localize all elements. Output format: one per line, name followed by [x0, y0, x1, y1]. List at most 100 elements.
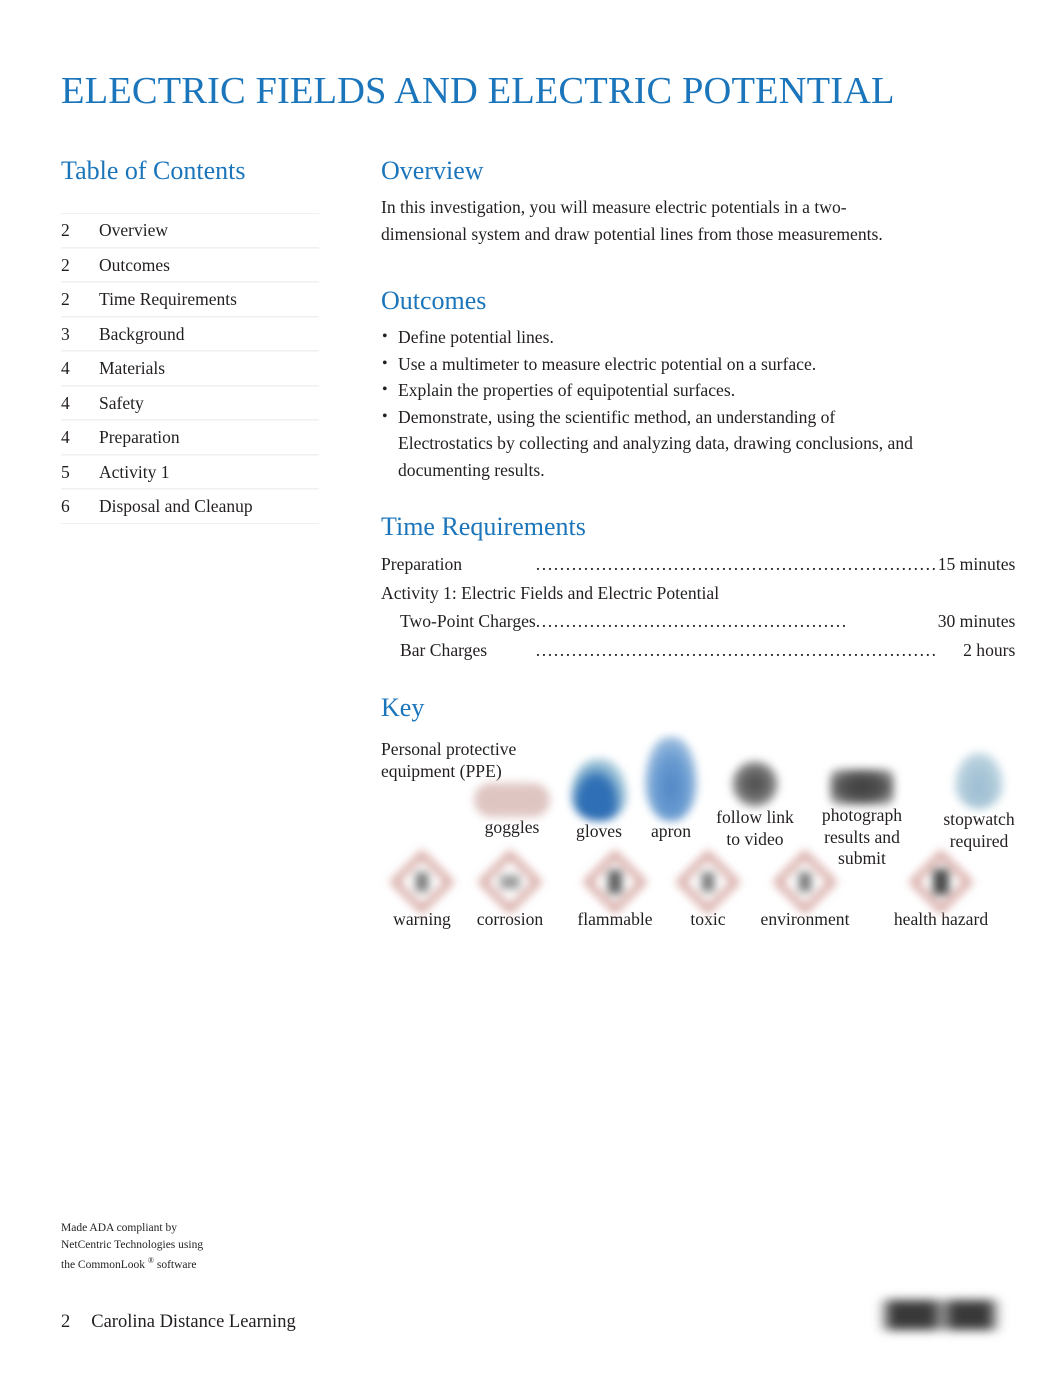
- goggles-icon: [474, 783, 550, 817]
- apron-icon: [645, 737, 697, 821]
- time-requirement-value: 15 minutes: [937, 554, 1016, 574]
- toc-entry-label: Materials: [99, 358, 166, 378]
- toc-entry-page: 4: [61, 427, 70, 447]
- table-of-contents: Table of Contents 2 Overview 2 Outcomes 2 Tim…: [61, 155, 319, 524]
- time-requirement-label: Bar Charges: [400, 639, 488, 660]
- toc-entry-page: 3: [61, 323, 70, 344]
- camera-icon: [830, 769, 894, 805]
- ada-line-3-pre: the CommonLook: [61, 1258, 146, 1271]
- outcomes-list: Define potential lines.Use a multimeter …: [381, 324, 1003, 483]
- toc-entry-outcomes[interactable]: 2 Outcomes: [61, 247, 319, 282]
- ghs-corrosion-icon: [477, 849, 543, 915]
- gloves-icon: [571, 759, 627, 821]
- outcome-item: Define potential lines.: [381, 324, 918, 351]
- stopwatch-icon: [955, 753, 1003, 809]
- toc-entry-label: Background: [99, 323, 185, 344]
- toc-entry-page: 6: [61, 496, 70, 516]
- toc-entry-page: 4: [61, 392, 70, 413]
- hazard-item-warning: warning: [381, 849, 463, 931]
- toc-entry-activity-1[interactable]: 5 Activity 1: [61, 454, 319, 489]
- time-requirement-label: Activity 1: Electric Fields and Electric…: [381, 582, 720, 603]
- toc-entry-time-requirements[interactable]: 2 Time Requirements: [61, 282, 319, 317]
- section-overview: Overview In this investigation, you will…: [381, 155, 1003, 247]
- time-requirement-row: Bar Charges.............................…: [381, 636, 1015, 665]
- key-item-video[interactable]: follow link to video: [708, 761, 802, 850]
- video-link-icon[interactable]: [732, 761, 778, 807]
- section-time-requirements: Time Requirements Preparation...........…: [381, 511, 1015, 664]
- overview-body: In this investigation, you will measure …: [381, 197, 883, 244]
- ada-line-3-post: software: [156, 1258, 197, 1271]
- overview-heading: Overview: [381, 156, 484, 185]
- registered-trademark-icon: ®: [147, 1256, 154, 1265]
- ghs-health-hazard-icon: [908, 849, 974, 915]
- dot-leader: ........................................…: [536, 636, 938, 665]
- toc-entry-label: Outcomes: [99, 254, 170, 275]
- ada-compliance-note: Made ADA compliant by NetCentric Technol…: [61, 1220, 203, 1273]
- document-page: ELECTRIC FIELDS AND ELECTRIC POTENTIAL T…: [0, 0, 1062, 1376]
- key-item-label: goggles: [484, 817, 540, 837]
- hazard-pictogram-glyph: [933, 869, 949, 895]
- key-item-label: stopwatch required: [943, 809, 1015, 851]
- time-requirement-value: 2 hours: [963, 639, 1016, 660]
- dot-leader-dots: ........................................…: [535, 554, 938, 574]
- time-requirements-heading: Time Requirements: [381, 512, 586, 541]
- outcome-item: Use a multimeter to measure electric pot…: [381, 351, 918, 378]
- toc-entry-safety[interactable]: 4 Safety: [61, 385, 319, 420]
- toc-entry-page: 2: [61, 289, 70, 309]
- ada-line-2: NetCentric Technologies using: [61, 1238, 204, 1251]
- toc-entry-background[interactable]: 3 Background: [61, 316, 319, 351]
- time-requirement-label: Two-Point Charges: [400, 611, 536, 631]
- time-requirements-table: Preparation.............................…: [381, 550, 1015, 664]
- page-number: 2: [61, 1312, 71, 1332]
- toc-entry-label: Disposal and Cleanup: [99, 496, 253, 516]
- main-content: Overview In this investigation, you will…: [381, 155, 1015, 955]
- key-item-stopwatch: stopwatch required: [924, 753, 1034, 852]
- key-item-label: follow link to video: [716, 807, 794, 849]
- key-row-ppe-actions: Personal protective equipment (PPE) gogg…: [381, 731, 1015, 868]
- outcomes-heading: Outcomes: [381, 286, 487, 315]
- key-item-goggles: goggles: [467, 783, 557, 839]
- key-item-apron: apron: [629, 737, 713, 843]
- ghs-flammable-icon: [582, 849, 648, 915]
- time-requirement-row: Two-Point Charges.......................…: [381, 607, 1015, 636]
- dot-leader-dots: ........................................…: [535, 639, 938, 660]
- toc-entry-label: Preparation: [99, 427, 180, 447]
- toc-entry-page: 5: [61, 461, 70, 482]
- dot-leader-dots: ........................................…: [535, 611, 848, 631]
- toc-entry-overview[interactable]: 2 Overview: [61, 213, 319, 248]
- time-requirement-row: Preparation.............................…: [381, 550, 1015, 579]
- toc-entry-page: 4: [61, 358, 70, 378]
- toc-entry-label: Overview: [99, 220, 169, 240]
- toc-entry-materials[interactable]: 4 Materials: [61, 351, 319, 386]
- ada-line-3: the CommonLook ® software: [61, 1253, 203, 1273]
- hazard-pictogram-glyph: [798, 872, 812, 892]
- hazard-pictogram-glyph: [500, 875, 520, 889]
- hazard-item-corrosion: corrosion: [464, 849, 556, 931]
- toc-entry-page: 2: [61, 220, 70, 240]
- brand-logo: [878, 1300, 1002, 1330]
- toc-entry-disposal-and-cleanup[interactable]: 6 Disposal and Cleanup: [61, 489, 319, 524]
- key-row-hazards: warning corrosion flammable toxic environmen…: [381, 849, 1003, 955]
- time-requirement-row: Activity 1: Electric Fields and Electric…: [381, 579, 1015, 608]
- section-outcomes: Outcomes Define potential lines.Use a mu…: [381, 285, 1003, 483]
- hazard-pictogram-glyph: [415, 872, 429, 892]
- hazard-item-environment: environment: [739, 849, 871, 931]
- section-key: Key Personal protective equipment (PPE) …: [381, 692, 1015, 955]
- outcome-item: Explain the properties of equipotential …: [381, 377, 918, 404]
- toc-entry-preparation[interactable]: 4 Preparation: [61, 420, 319, 455]
- key-heading: Key: [381, 693, 425, 722]
- hazard-pictogram-glyph: [608, 870, 622, 894]
- dot-leader: ........................................…: [536, 607, 938, 636]
- hazard-item-flammable: flammable: [564, 849, 666, 931]
- time-requirement-value: 30 minutes: [937, 611, 1016, 631]
- organization-name: Carolina Distance Learning: [91, 1312, 296, 1332]
- page-title: ELECTRIC FIELDS AND ELECTRIC POTENTIAL: [61, 69, 895, 112]
- toc-entry-label: Safety: [99, 392, 144, 413]
- ghs-toxic-icon: [675, 849, 741, 915]
- hazard-item-toxic: toxic: [673, 849, 743, 931]
- hazard-pictogram-glyph: [701, 872, 715, 892]
- dot-leader: ........................................…: [536, 550, 938, 579]
- toc-entry-label: Activity 1: [99, 461, 170, 482]
- outcome-item: Demonstrate, using the scientific method…: [381, 404, 918, 484]
- toc-list: 2 Overview 2 Outcomes 2 Time Requirements 3 Bac…: [61, 213, 319, 524]
